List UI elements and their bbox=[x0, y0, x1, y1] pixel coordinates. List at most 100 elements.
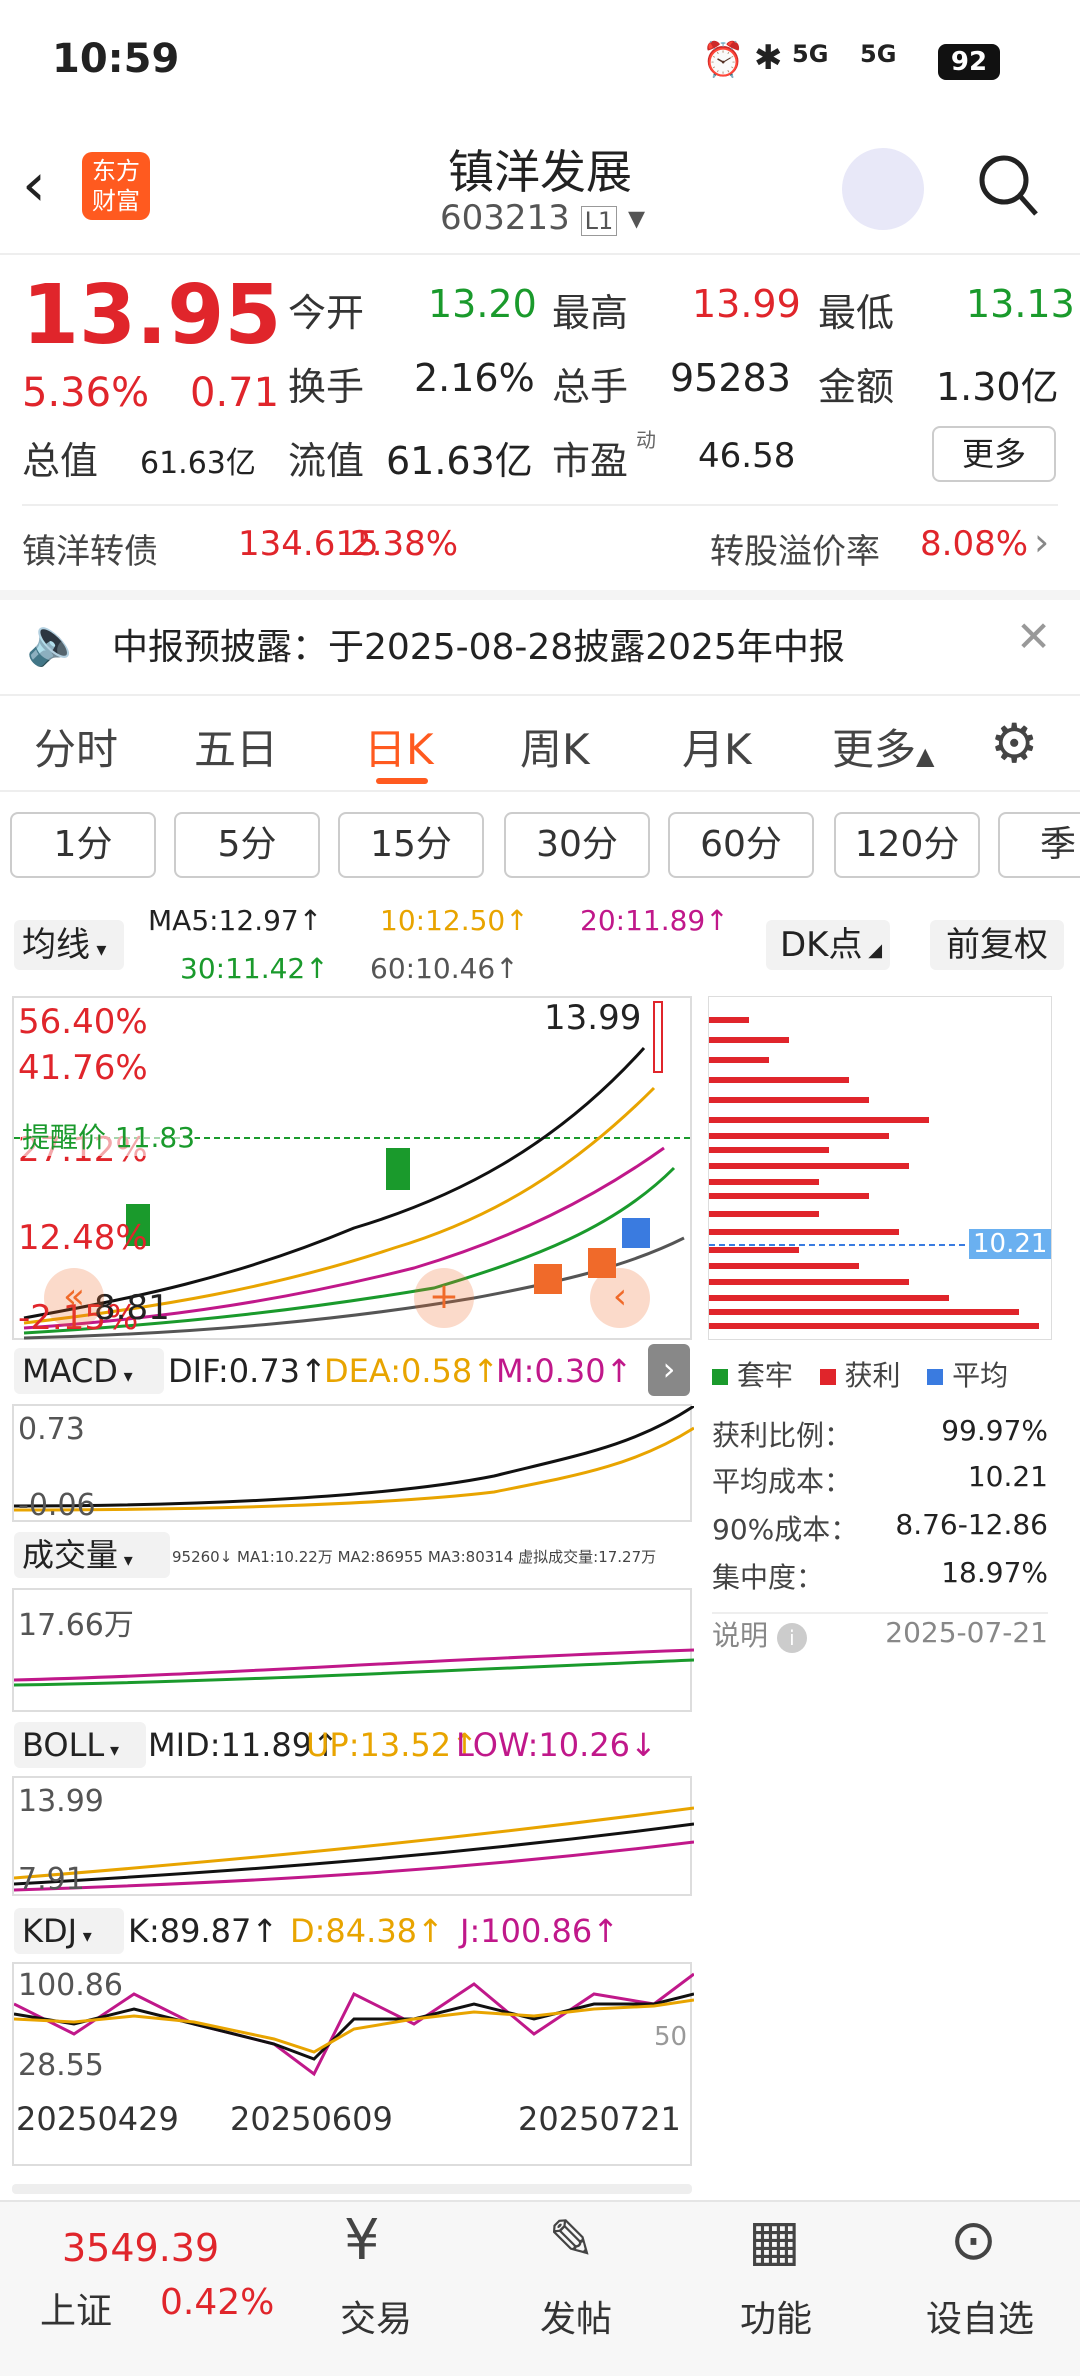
ma10-value: 10:12.50↑ bbox=[380, 904, 529, 937]
period-30min[interactable]: 30分 bbox=[504, 812, 650, 878]
kdj-selector[interactable]: KDJ ▾ bbox=[14, 1908, 124, 1954]
chip-date: 2025-07-21 bbox=[885, 1616, 1048, 1649]
signal-icon-2: 5G bbox=[860, 40, 897, 68]
cost90-label: 90%成本： bbox=[712, 1513, 859, 1546]
period-5min[interactable]: 5分 bbox=[174, 812, 320, 878]
low-marker: 8.81 bbox=[94, 1288, 170, 1328]
note-link[interactable]: 说明 i bbox=[712, 1614, 807, 1654]
premium-value: 8.08% bbox=[920, 524, 1029, 564]
volume-chart[interactable]: 17.66万 bbox=[12, 1588, 695, 1712]
macd-dea: DEA:0.58↑ bbox=[324, 1352, 500, 1390]
gear-icon[interactable]: ⚙ bbox=[990, 712, 1038, 775]
boll-canvas bbox=[13, 1806, 695, 1892]
volume-selector[interactable]: 成交量 ▾ bbox=[14, 1532, 170, 1578]
tab-indicator bbox=[376, 778, 428, 784]
pct-label-1: 56.40% bbox=[18, 1002, 148, 1042]
float-label: 流值 bbox=[288, 439, 365, 483]
low-value: 13.13 bbox=[966, 282, 1075, 326]
watchlist-icon[interactable]: ⊙ bbox=[950, 2208, 997, 2273]
pct-label-2: 41.76% bbox=[18, 1048, 148, 1088]
boll-selector[interactable]: BOLL ▾ bbox=[14, 1722, 146, 1768]
speaker-icon: 🔈 bbox=[26, 614, 84, 668]
notice-text: 中报预披露：于2025-08-28披露2025年中报 bbox=[112, 627, 845, 668]
boll-chart[interactable]: 13.99 7.91 bbox=[12, 1776, 695, 1897]
close-icon[interactable]: ✕ bbox=[1016, 612, 1051, 661]
index-value[interactable]: 3549.39 bbox=[62, 2226, 219, 2270]
volume-value: 95283 bbox=[670, 356, 791, 400]
bond-name[interactable]: 镇洋转债 bbox=[22, 524, 158, 573]
status-time: 10:59 bbox=[52, 36, 180, 82]
remind-price[interactable]: 提醒价 11.83 bbox=[22, 1116, 196, 1156]
tab-daily-k[interactable]: 日K bbox=[364, 716, 434, 777]
volume-info: 95260↓ MA1:10.22万 MA2:86955 MA3:80314 虚拟… bbox=[172, 1548, 657, 1566]
concentration-value: 18.97% bbox=[941, 1556, 1048, 1589]
amount-label: 金额 bbox=[818, 365, 895, 409]
kdj-chart[interactable]: 100.86 28.55 50 bbox=[12, 1962, 695, 2086]
zoom-in-icon[interactable]: + bbox=[414, 1268, 474, 1328]
mktcap-label: 总值 bbox=[22, 439, 99, 483]
period-15min[interactable]: 15分 bbox=[338, 812, 484, 878]
pan-left-icon[interactable]: « bbox=[44, 1268, 104, 1328]
dk-button[interactable]: DK点 ◢ bbox=[766, 920, 890, 970]
period-quarter[interactable]: 季 bbox=[998, 812, 1080, 878]
nav-watchlist[interactable]: 设自选 bbox=[920, 2290, 1040, 2342]
adjust-button[interactable]: 前复权 bbox=[930, 920, 1064, 970]
kdj-d: D:84.38↑ bbox=[290, 1912, 444, 1950]
avg-cost-value: 10.21 bbox=[967, 1460, 1048, 1493]
ma5-value: MA5:12.97↑ bbox=[148, 904, 323, 937]
boll-low: LOW:10.26↓ bbox=[456, 1726, 657, 1764]
tab-intraday[interactable]: 分时 bbox=[34, 716, 118, 777]
nav-function[interactable]: 功能 bbox=[716, 2290, 836, 2342]
divider bbox=[22, 504, 1058, 506]
step-left-icon[interactable]: ‹ bbox=[590, 1268, 650, 1328]
high-marker: 13.99 bbox=[544, 998, 642, 1038]
chip-legend: 套牢 获利 平均 bbox=[712, 1354, 1008, 1394]
tab-more[interactable]: 更多▲ bbox=[832, 716, 934, 777]
nav-post[interactable]: 发帖 bbox=[516, 2290, 636, 2342]
volume-label: 总手 bbox=[552, 365, 629, 409]
stock-code[interactable]: 603213 L1 ▾ bbox=[440, 198, 645, 238]
volume-top-label: 17.66万 bbox=[18, 1608, 134, 1643]
indicator-selector[interactable]: 均线 ▾ bbox=[14, 920, 124, 970]
index-pct: 0.42% bbox=[160, 2282, 275, 2323]
macd-chart[interactable]: 0.73 -0.06 bbox=[12, 1404, 695, 1523]
bond-pct: 2.38% bbox=[350, 524, 459, 564]
post-icon[interactable]: ✎ bbox=[548, 2208, 595, 2273]
profit-label: 获利比例： bbox=[712, 1419, 853, 1452]
macd-bottom-label: -0.06 bbox=[18, 1488, 96, 1523]
change-amount: 0.71 bbox=[190, 370, 280, 416]
kdj-bottom-label: 28.55 bbox=[18, 2048, 104, 2083]
pe-value: 46.58 bbox=[698, 436, 796, 476]
expand-panel-icon[interactable]: › bbox=[648, 1344, 690, 1396]
tab-weekly-k[interactable]: 周K bbox=[520, 716, 590, 777]
boll-bottom-label: 7.91 bbox=[18, 1862, 85, 1897]
period-60min[interactable]: 60分 bbox=[668, 812, 814, 878]
date-label-3: 20250721 bbox=[518, 2100, 681, 2138]
pe-label: 市盈 bbox=[552, 439, 629, 483]
alarm-icon: ⏰ bbox=[702, 40, 745, 80]
date-label-2: 20250609 bbox=[230, 2100, 393, 2138]
kline-chart[interactable]: 56.40% 41.76% 27.12% 12.48% -2.15% 13.99… bbox=[12, 996, 694, 1340]
change-pct: 5.36% bbox=[22, 370, 150, 416]
chevron-right-icon[interactable]: › bbox=[1034, 520, 1049, 564]
kdj-k: K:89.87↑ bbox=[128, 1912, 279, 1950]
robot-assistant-icon[interactable] bbox=[842, 148, 924, 230]
open-value: 13.20 bbox=[428, 282, 537, 326]
kdj-j: J:100.86↑ bbox=[460, 1912, 619, 1950]
cost90-value: 8.76-12.86 bbox=[895, 1508, 1048, 1541]
more-button[interactable]: 更多 bbox=[932, 426, 1056, 482]
period-1min[interactable]: 1分 bbox=[10, 812, 156, 878]
range-scrollbar[interactable] bbox=[12, 2184, 692, 2194]
trade-icon[interactable]: ¥ bbox=[344, 2208, 380, 2273]
macd-selector[interactable]: MACD ▾ bbox=[14, 1348, 164, 1394]
function-icon[interactable]: ▦ bbox=[748, 2208, 801, 2273]
search-icon[interactable] bbox=[976, 152, 1038, 216]
nav-trade[interactable]: 交易 bbox=[316, 2290, 436, 2342]
tab-monthly-k[interactable]: 月K bbox=[682, 716, 752, 777]
period-120min[interactable]: 120分 bbox=[834, 812, 980, 878]
chip-distribution[interactable]: 10.21 bbox=[708, 996, 1052, 1340]
index-name[interactable]: 上证 bbox=[40, 2282, 112, 2334]
tab-five-day[interactable]: 五日 bbox=[194, 716, 278, 777]
low-label: 最低 bbox=[818, 291, 895, 335]
boll-top-label: 13.99 bbox=[18, 1784, 104, 1819]
